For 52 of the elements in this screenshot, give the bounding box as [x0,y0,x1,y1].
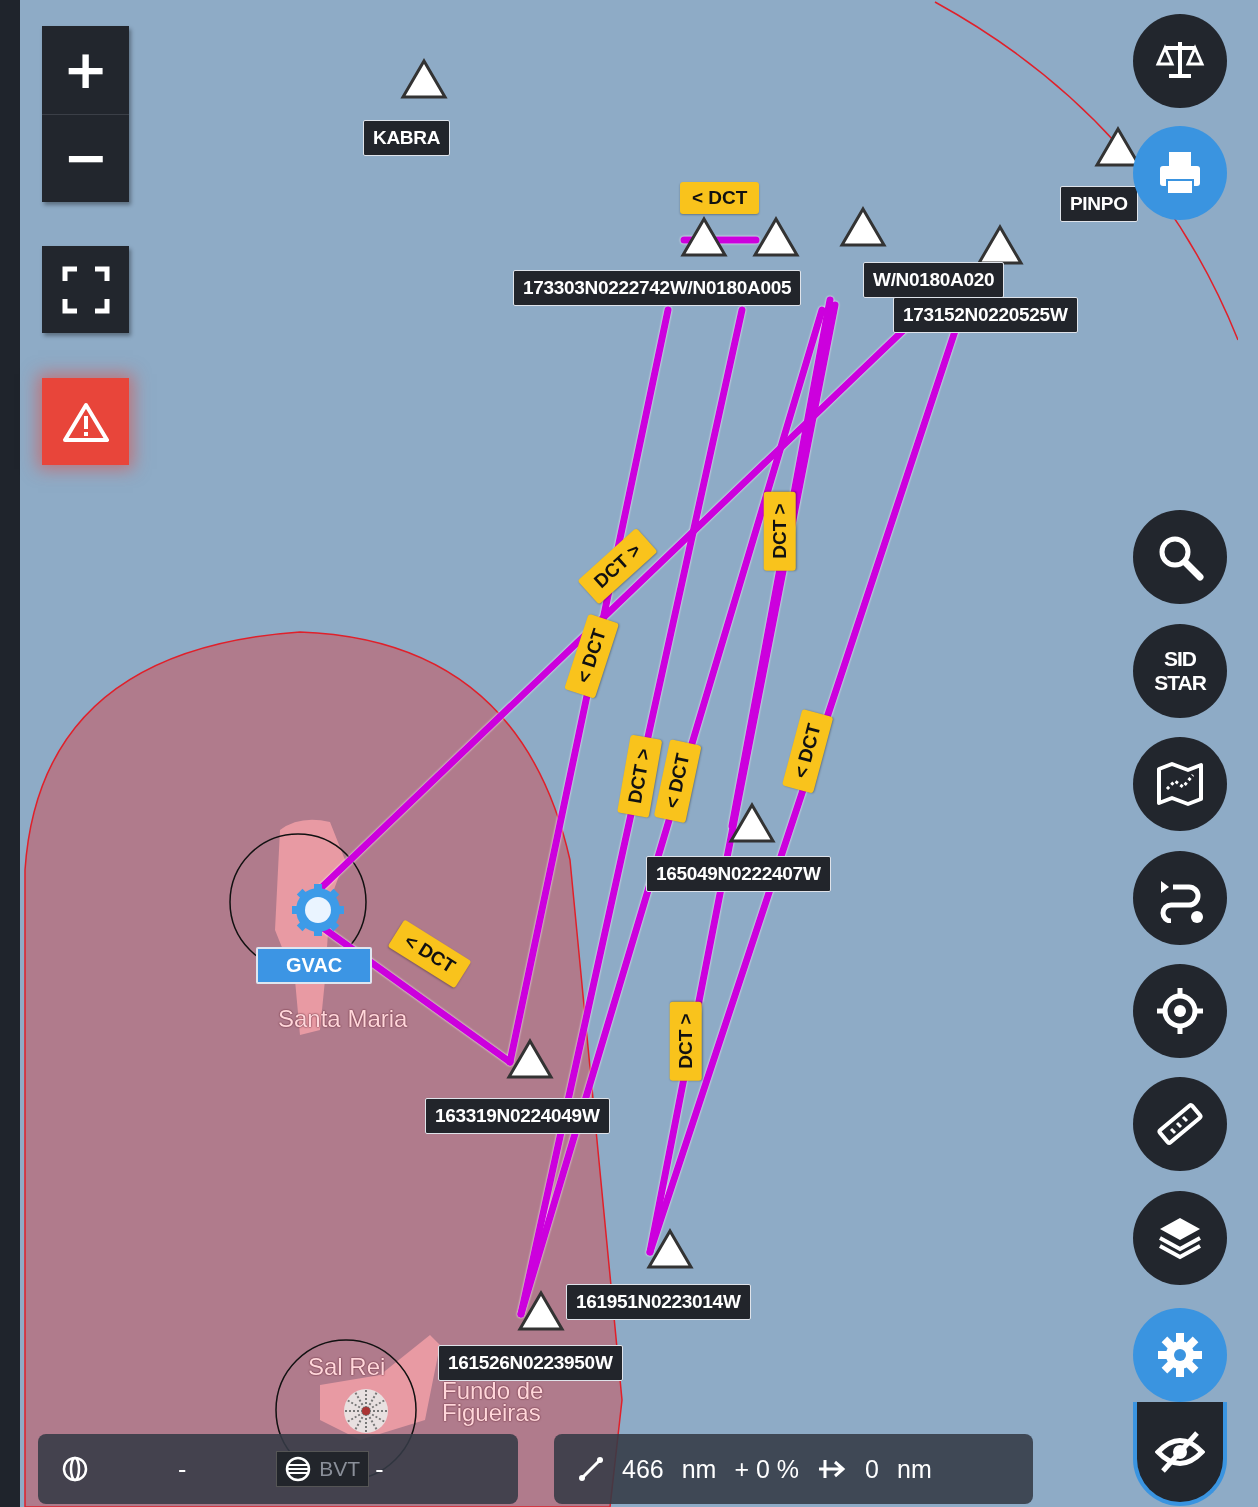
waypoint-triangle-icon [976,224,1024,266]
waypoint-label[interactable]: 173303N0222742W/N0180A005 [513,270,802,306]
waypoint-triangle-icon [646,1228,694,1270]
airport-gear-icon [291,883,345,937]
waypoint-triangle-icon [728,802,776,844]
hide-button[interactable] [1133,1402,1227,1506]
route-tag: < DCT [564,613,620,699]
fullscreen-icon [60,264,111,315]
arrival-value: - [375,1454,384,1484]
place-label: Fundo de Figueiras [442,1380,544,1424]
distance-value: 466 [622,1454,664,1484]
warning-icon [62,401,109,442]
route-tag: DCT > [617,734,663,818]
zoom-out-button[interactable]: − [42,113,129,202]
route-tag: < DCT [680,182,760,214]
sid-star-button[interactable]: SID STAR [1133,624,1227,718]
waypoint-label[interactable]: PINPO [1060,186,1138,222]
waypoint-triangle-icon [752,216,800,258]
route-tag: < DCT [653,738,702,824]
waypoint-label[interactable]: 163319N0224049W [425,1098,610,1134]
waypoint-triangle-icon [680,216,728,258]
place-label: Santa Maria [278,1008,408,1030]
globe-icon [62,1456,88,1482]
warning-button[interactable] [42,378,129,465]
waypoint-label[interactable]: 161951N0223014W [566,1284,751,1320]
percent-value: + 0 % [734,1454,800,1484]
target-icon [1155,986,1205,1036]
waypoint-triangle-icon [506,1038,554,1080]
distance-unit: nm [681,1454,717,1484]
map-icon [1155,759,1205,809]
departure-value: - [178,1454,187,1484]
waypoint-label[interactable]: 173152N0220525W [893,297,1078,333]
runway-globe-icon [285,1456,312,1482]
waypoint-label[interactable]: W/N0180A020 [863,262,1005,298]
route-tag: DCT > [763,491,796,571]
fullscreen-button[interactable] [42,246,129,333]
zoom-in-button[interactable]: + [42,26,129,114]
settings-icon [1155,1330,1205,1380]
extra-value: 0 [865,1454,879,1484]
distance-icon [578,1456,604,1482]
airport-dial-icon [341,1386,391,1436]
route-tag: DCT > [669,1001,702,1081]
airport-chip[interactable]: BVT [276,1451,370,1487]
waypoint-triangle-icon [839,206,887,248]
extra-unit: nm [897,1454,932,1484]
waypoint-label[interactable]: 161526N0223950W [438,1345,623,1381]
waypoint-triangle-icon [517,1290,565,1332]
waypoint-label[interactable]: 165049N0222407W [646,856,831,892]
place-label: Sal Rei [308,1356,386,1378]
waypoint-label[interactable]: KABRA [363,120,451,156]
route-tag: < DCT [782,708,834,794]
waypoint-triangle-icon [400,58,448,100]
